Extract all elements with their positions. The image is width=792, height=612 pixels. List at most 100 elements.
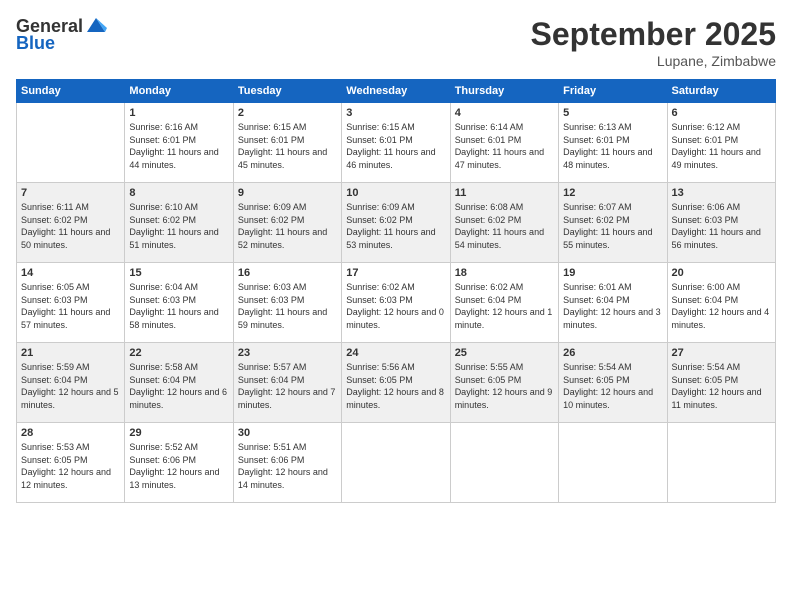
location: Lupane, Zimbabwe — [531, 53, 776, 69]
day-number: 22 — [129, 347, 228, 359]
day-info: Sunrise: 6:09 AMSunset: 6:02 PMDaylight:… — [346, 201, 445, 251]
day-info: Sunrise: 5:51 AMSunset: 6:06 PMDaylight:… — [238, 441, 337, 491]
table-row: 5Sunrise: 6:13 AMSunset: 6:01 PMDaylight… — [559, 103, 667, 183]
table-row: 17 Sunrise: 6:02 AMSunset: 6:03 PMDayligh… — [342, 263, 450, 343]
table-row: 13Sunrise: 6:06 AMSunset: 6:03 PMDayligh… — [667, 183, 775, 263]
table-row — [559, 423, 667, 503]
day-info: Sunrise: 6:11 AMSunset: 6:02 PMDaylight:… — [21, 201, 120, 251]
table-row: 18Sunrise: 6:02 AMSunset: 6:04 PMDayligh… — [450, 263, 558, 343]
header-monday: Monday — [125, 80, 233, 103]
calendar-week-row: 21Sunrise: 5:59 AMSunset: 6:04 PMDayligh… — [17, 343, 776, 423]
table-row: 2 Sunrise: 6:15 AMSunset: 6:01 PMDaylight… — [233, 103, 341, 183]
table-row: 11 Sunrise: 6:08 AMSunset: 6:02 PMDayligh… — [450, 183, 558, 263]
table-row: 1 Sunrise: 6:16 AMSunset: 6:01 PMDaylight… — [125, 103, 233, 183]
day-info: Sunrise: 5:53 AMSunset: 6:05 PMDaylight:… — [21, 441, 120, 491]
day-info: Sunrise: 6:16 AMSunset: 6:01 PMDaylight:… — [129, 121, 228, 171]
table-row — [342, 423, 450, 503]
table-row — [667, 423, 775, 503]
table-row: 10 Sunrise: 6:09 AMSunset: 6:02 PMDayligh… — [342, 183, 450, 263]
table-row: 3Sunrise: 6:15 AMSunset: 6:01 PMDaylight… — [342, 103, 450, 183]
header: General Blue September 2025 Lupane, Zimb… — [16, 16, 776, 69]
day-number: 19 — [563, 267, 662, 279]
day-number: 29 — [129, 427, 228, 439]
table-row: 26 Sunrise: 5:54 AMSunset: 6:05 PMDayligh… — [559, 343, 667, 423]
logo-blue: Blue — [16, 33, 55, 54]
table-row: 7 Sunrise: 6:11 AMSunset: 6:02 PMDaylight… — [17, 183, 125, 263]
day-number: 6 — [672, 107, 771, 119]
day-number: 10 — [346, 187, 445, 199]
calendar-week-row: 28 Sunrise: 5:53 AMSunset: 6:05 PMDayligh… — [17, 423, 776, 503]
header-wednesday: Wednesday — [342, 80, 450, 103]
table-row: 16 Sunrise: 6:03 AMSunset: 6:03 PMDayligh… — [233, 263, 341, 343]
table-row: 20Sunrise: 6:00 AMSunset: 6:04 PMDayligh… — [667, 263, 775, 343]
day-info: Sunrise: 5:55 AMSunset: 6:05 PMDaylight:… — [455, 361, 554, 411]
day-info: Sunrise: 6:02 AMSunset: 6:03 PMDaylight:… — [346, 281, 445, 331]
table-row: 12Sunrise: 6:07 AMSunset: 6:02 PMDayligh… — [559, 183, 667, 263]
day-number: 4 — [455, 107, 554, 119]
day-number: 9 — [238, 187, 337, 199]
day-info: Sunrise: 6:15 AMSunset: 6:01 PMDaylight:… — [346, 121, 445, 171]
day-number: 28 — [21, 427, 120, 439]
day-number: 16 — [238, 267, 337, 279]
header-sunday: Sunday — [17, 80, 125, 103]
table-row: 23Sunrise: 5:57 AMSunset: 6:04 PMDayligh… — [233, 343, 341, 423]
day-info: Sunrise: 5:56 AMSunset: 6:05 PMDaylight:… — [346, 361, 445, 411]
day-info: Sunrise: 6:01 AMSunset: 6:04 PMDaylight:… — [563, 281, 662, 331]
month-title: September 2025 — [531, 16, 776, 53]
day-info: Sunrise: 6:14 AMSunset: 6:01 PMDaylight:… — [455, 121, 554, 171]
calendar-header-row: Sunday Monday Tuesday Wednesday Thursday… — [17, 80, 776, 103]
day-info: Sunrise: 6:07 AMSunset: 6:02 PMDaylight:… — [563, 201, 662, 251]
day-number: 7 — [21, 187, 120, 199]
logo: General Blue — [16, 16, 107, 54]
day-info: Sunrise: 6:13 AMSunset: 6:01 PMDaylight:… — [563, 121, 662, 171]
day-number: 21 — [21, 347, 120, 359]
table-row — [450, 423, 558, 503]
day-info: Sunrise: 5:54 AMSunset: 6:05 PMDaylight:… — [672, 361, 771, 411]
day-info: Sunrise: 6:10 AMSunset: 6:02 PMDaylight:… — [129, 201, 228, 251]
table-row: 27 Sunrise: 5:54 AMSunset: 6:05 PMDayligh… — [667, 343, 775, 423]
table-row: 19 Sunrise: 6:01 AMSunset: 6:04 PMDayligh… — [559, 263, 667, 343]
day-number: 1 — [129, 107, 228, 119]
table-row: 28 Sunrise: 5:53 AMSunset: 6:05 PMDayligh… — [17, 423, 125, 503]
calendar-week-row: 7 Sunrise: 6:11 AMSunset: 6:02 PMDaylight… — [17, 183, 776, 263]
day-number: 11 — [455, 187, 554, 199]
day-number: 2 — [238, 107, 337, 119]
table-row: 21Sunrise: 5:59 AMSunset: 6:04 PMDayligh… — [17, 343, 125, 423]
table-row — [17, 103, 125, 183]
day-info: Sunrise: 6:02 AMSunset: 6:04 PMDaylight:… — [455, 281, 554, 331]
day-number: 24 — [346, 347, 445, 359]
header-friday: Friday — [559, 80, 667, 103]
day-number: 25 — [455, 347, 554, 359]
day-info: Sunrise: 5:54 AMSunset: 6:05 PMDaylight:… — [563, 361, 662, 411]
header-saturday: Saturday — [667, 80, 775, 103]
title-block: September 2025 Lupane, Zimbabwe — [531, 16, 776, 69]
day-info: Sunrise: 6:09 AMSunset: 6:02 PMDaylight:… — [238, 201, 337, 251]
day-number: 15 — [129, 267, 228, 279]
logo-icon — [85, 14, 107, 36]
day-number: 13 — [672, 187, 771, 199]
day-info: Sunrise: 5:58 AMSunset: 6:04 PMDaylight:… — [129, 361, 228, 411]
day-number: 26 — [563, 347, 662, 359]
table-row: 6 Sunrise: 6:12 AMSunset: 6:01 PMDaylight… — [667, 103, 775, 183]
day-info: Sunrise: 6:03 AMSunset: 6:03 PMDaylight:… — [238, 281, 337, 331]
day-number: 27 — [672, 347, 771, 359]
table-row: 14 Sunrise: 6:05 AMSunset: 6:03 PMDayligh… — [17, 263, 125, 343]
table-row: 22 Sunrise: 5:58 AMSunset: 6:04 PMDayligh… — [125, 343, 233, 423]
day-number: 30 — [238, 427, 337, 439]
table-row: 25 Sunrise: 5:55 AMSunset: 6:05 PMDayligh… — [450, 343, 558, 423]
calendar-table: Sunday Monday Tuesday Wednesday Thursday… — [16, 79, 776, 503]
day-info: Sunrise: 6:05 AMSunset: 6:03 PMDaylight:… — [21, 281, 120, 331]
day-info: Sunrise: 5:57 AMSunset: 6:04 PMDaylight:… — [238, 361, 337, 411]
header-thursday: Thursday — [450, 80, 558, 103]
day-info: Sunrise: 6:15 AMSunset: 6:01 PMDaylight:… — [238, 121, 337, 171]
table-row: 8Sunrise: 6:10 AMSunset: 6:02 PMDaylight… — [125, 183, 233, 263]
day-info: Sunrise: 6:04 AMSunset: 6:03 PMDaylight:… — [129, 281, 228, 331]
day-info: Sunrise: 6:12 AMSunset: 6:01 PMDaylight:… — [672, 121, 771, 171]
day-info: Sunrise: 6:00 AMSunset: 6:04 PMDaylight:… — [672, 281, 771, 331]
table-row: 24 Sunrise: 5:56 AMSunset: 6:05 PMDayligh… — [342, 343, 450, 423]
day-number: 14 — [21, 267, 120, 279]
day-info: Sunrise: 5:52 AMSunset: 6:06 PMDaylight:… — [129, 441, 228, 491]
day-info: Sunrise: 6:08 AMSunset: 6:02 PMDaylight:… — [455, 201, 554, 251]
day-number: 17 — [346, 267, 445, 279]
calendar-week-row: 1 Sunrise: 6:16 AMSunset: 6:01 PMDaylight… — [17, 103, 776, 183]
